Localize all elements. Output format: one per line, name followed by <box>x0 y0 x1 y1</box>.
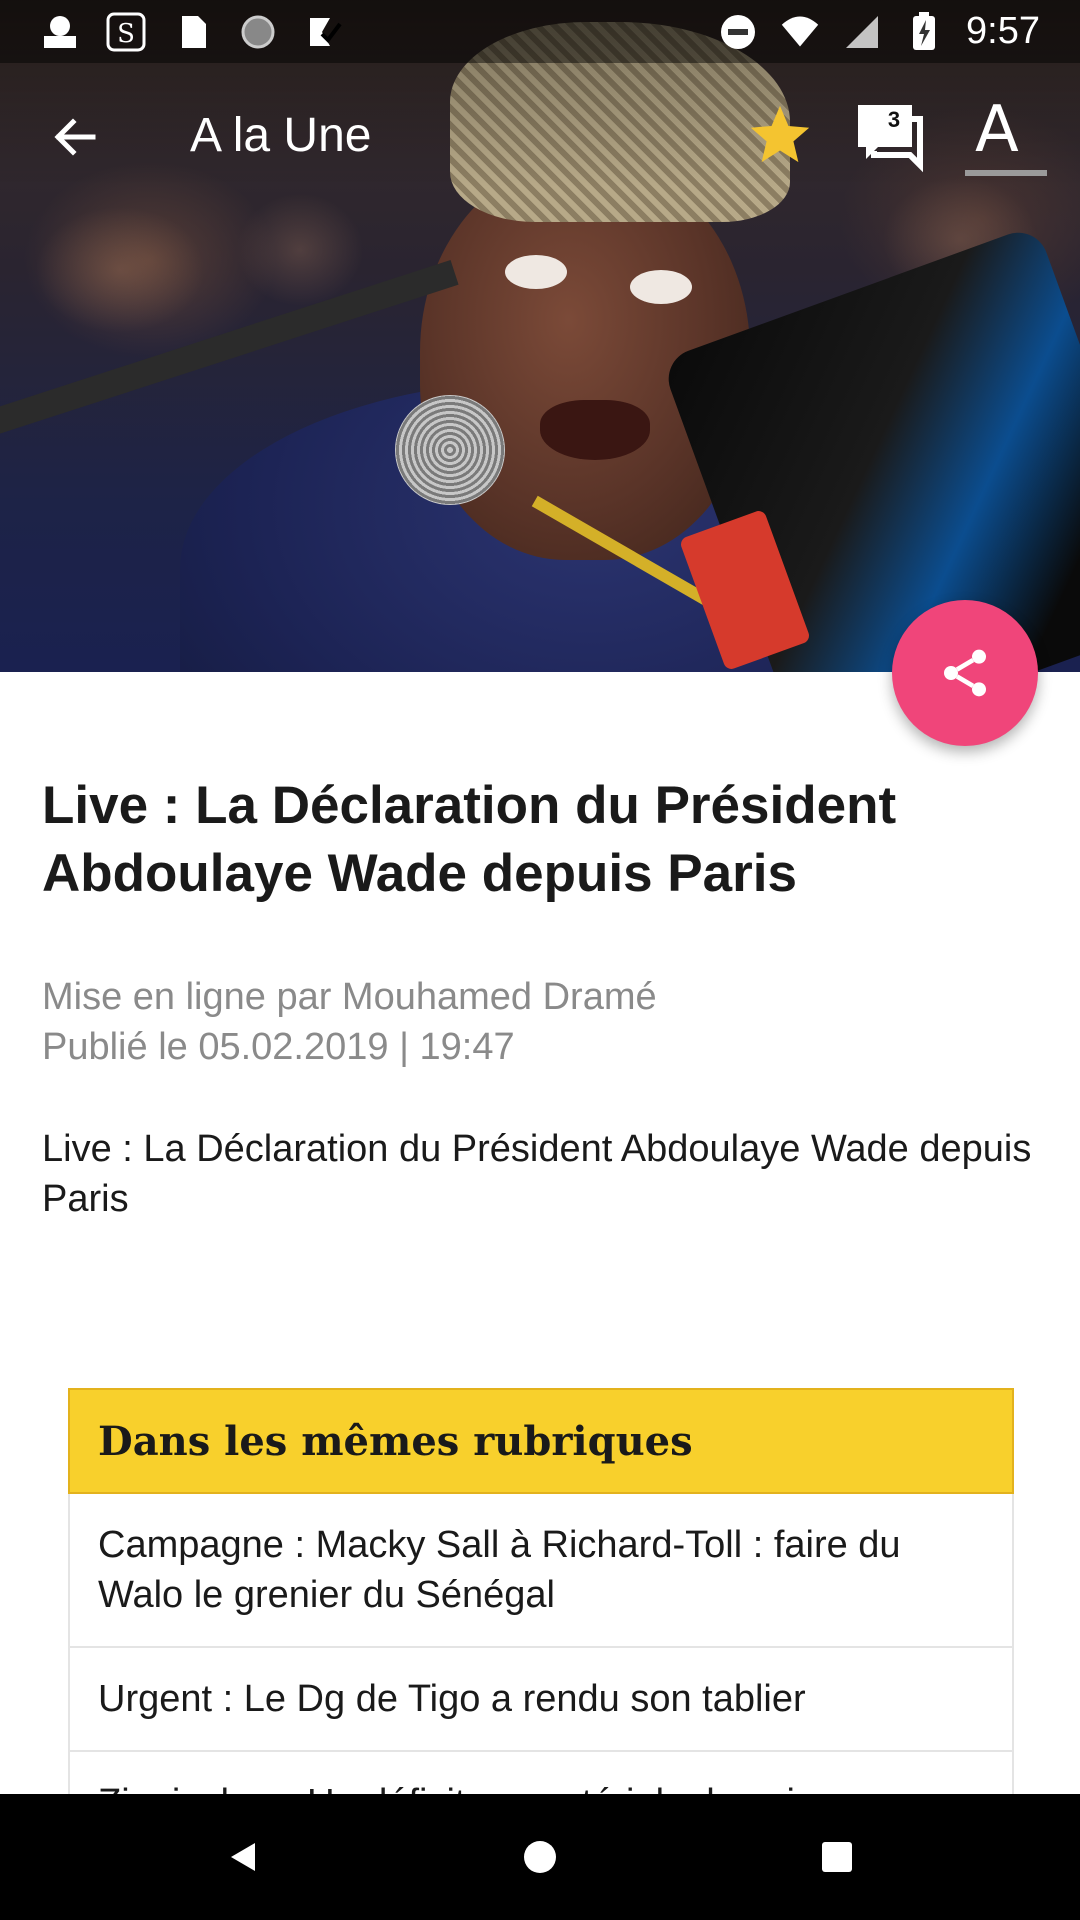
page-title: A la Une <box>190 109 372 162</box>
article-summary: Live : La Déclaration du Président Abdou… <box>42 1128 1032 1220</box>
do-not-disturb-icon <box>718 12 758 52</box>
svg-text:S: S <box>117 19 135 49</box>
back-button[interactable] <box>40 103 108 171</box>
app-logo-icon <box>40 12 80 52</box>
wifi-icon <box>780 12 820 52</box>
status-time: 9:57 <box>966 10 1040 52</box>
font-size-label: A <box>975 93 1019 167</box>
battery-charging-icon <box>904 11 944 52</box>
share-button[interactable] <box>892 600 1038 746</box>
nav-home-button[interactable] <box>505 1822 575 1892</box>
font-size-underline <box>965 170 1047 176</box>
article-title: Live : La Déclaration du Président Abdou… <box>42 776 897 903</box>
app-bar: A la Une 3 A <box>0 63 1080 211</box>
back-triangle-icon <box>231 1843 255 1871</box>
status-system-icons: 9:57 <box>718 10 1040 53</box>
status-bar: S 9:57 <box>0 0 1080 63</box>
sd-card-icon <box>172 12 212 52</box>
related-header: Dans les mêmes rubriques <box>68 1388 1014 1494</box>
sync-circle-icon <box>238 12 278 52</box>
arrow-back-icon <box>54 118 96 156</box>
star-icon <box>750 105 810 163</box>
recents-square-icon <box>822 1842 852 1872</box>
sudoku-app-icon: S <box>106 12 146 52</box>
cell-signal-icon <box>842 12 882 52</box>
article-meta: Mise en ligne par Mouhamed Dramé Publié … <box>42 972 1042 1072</box>
article-date: Publié le 05.02.2019 | 19:47 <box>42 1026 515 1068</box>
related-item[interactable]: Campagne : Macky Sall à Richard-Toll : f… <box>68 1494 1014 1648</box>
system-nav-bar <box>0 1794 1080 1920</box>
share-icon <box>944 649 986 697</box>
related-item[interactable]: Urgent : Le Dg de Tigo a rendu son tabli… <box>68 1648 1014 1752</box>
nav-back-button[interactable] <box>208 1822 278 1892</box>
home-circle-icon <box>524 1841 556 1873</box>
related-articles: Dans les mêmes rubriques Campagne : Mack… <box>68 1388 1014 1856</box>
checklist-icon <box>304 12 344 52</box>
article-author: Mise en ligne par Mouhamed Dramé <box>42 976 657 1018</box>
favorite-button[interactable] <box>740 95 820 175</box>
status-notification-icons: S <box>40 12 344 52</box>
nav-recents-button[interactable] <box>802 1822 872 1892</box>
comments-count-badge: 3 <box>887 107 901 132</box>
